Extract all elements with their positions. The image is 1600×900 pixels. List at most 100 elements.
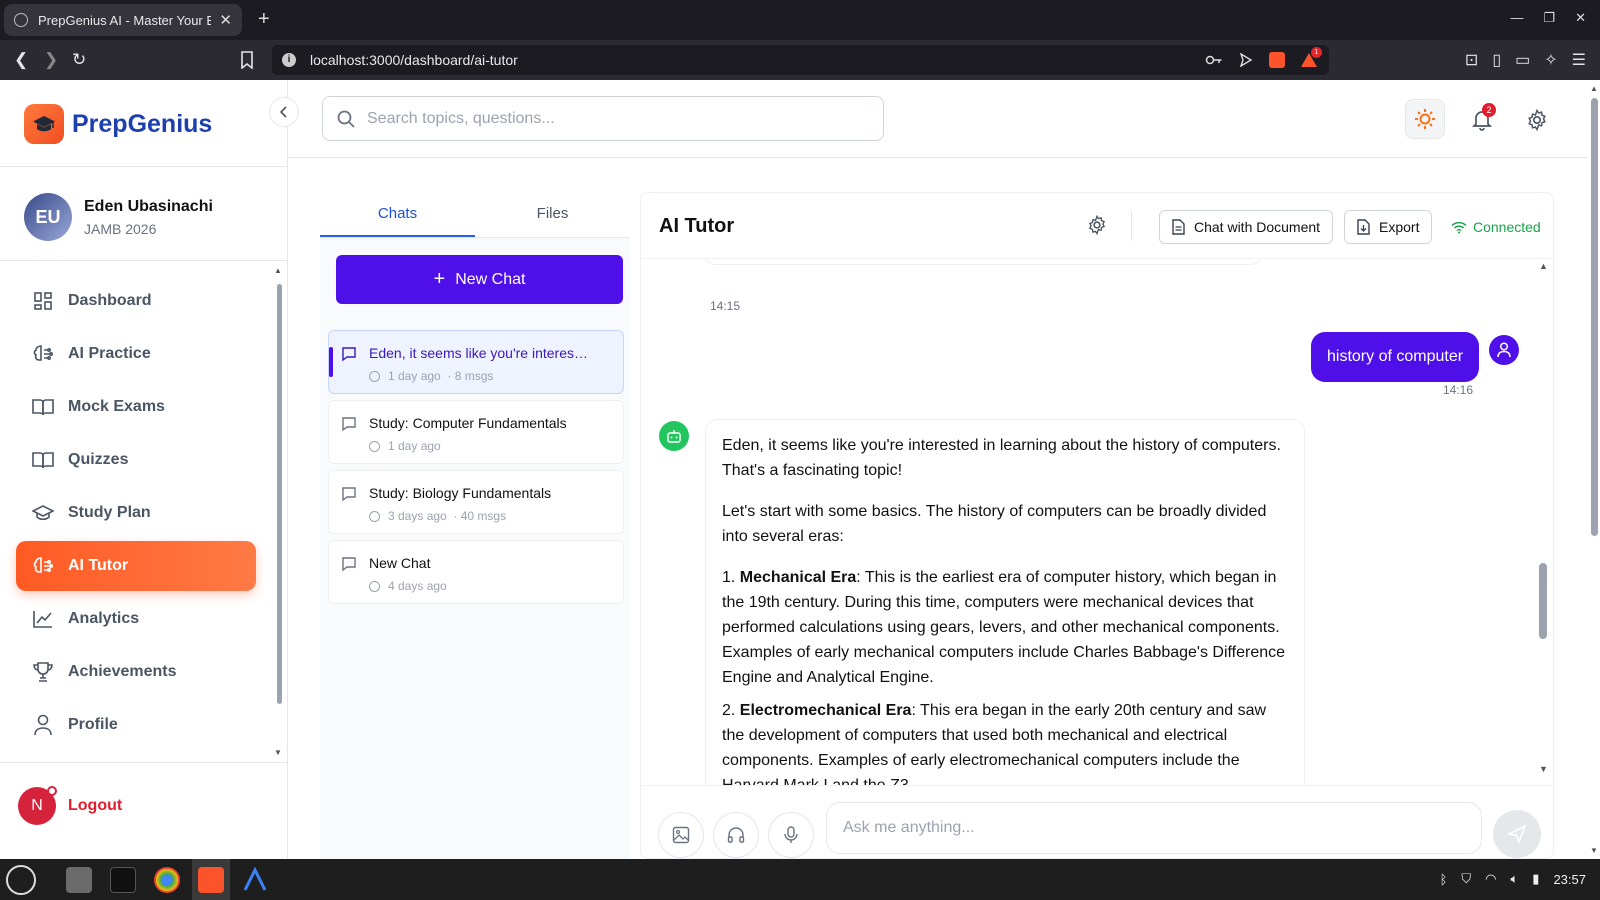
reload-icon[interactable]: ↻: [72, 50, 86, 70]
sidebar-menu: Dashboard AI Practice Mock Exams Quizzes…: [16, 276, 256, 753]
new-tab-button[interactable]: +: [258, 8, 270, 31]
conversation-item[interactable]: New Chat 4 days ago: [328, 540, 624, 604]
brave-rewards-icon[interactable]: 1: [1301, 47, 1322, 67]
screenshot-icon[interactable]: ⊡: [1465, 50, 1478, 70]
os-taskbar: ᛒ ⛉ ◠ 🔈︎ ▮ 23:57: [0, 859, 1600, 900]
brave-browser-icon[interactable]: [198, 867, 224, 893]
new-chat-button[interactable]: + New Chat: [336, 255, 623, 304]
terminal-icon[interactable]: [110, 867, 136, 893]
settings-button[interactable]: [1517, 100, 1557, 140]
brave-shields-icon[interactable]: [1269, 52, 1285, 68]
search-box[interactable]: [322, 96, 884, 141]
conversation-msg-count: · 8 msgs: [447, 369, 494, 383]
user-exam: JAMB 2026: [84, 220, 157, 237]
browser-tab-bar: PrepGenius AI - Master Your E ✕ + — ❐ ✕: [0, 0, 1600, 40]
search-input[interactable]: [367, 109, 847, 128]
voice-mode-button[interactable]: [713, 812, 759, 858]
page-scroll-down-arrow[interactable]: ▼: [1590, 846, 1598, 855]
conversation-item[interactable]: Study: Computer Fundamentals 1 day ago: [328, 400, 624, 464]
scroll-down-arrow[interactable]: ▼: [1539, 764, 1548, 774]
scroll-down-arrow[interactable]: ▼: [274, 748, 282, 757]
site-info-icon[interactable]: i: [282, 53, 296, 67]
conversation-item[interactable]: Eden, it seems like you're interested in…: [328, 330, 624, 394]
tab-chats[interactable]: Chats: [320, 192, 475, 237]
message-scrollbar[interactable]: [1539, 563, 1547, 639]
chat-with-document-button[interactable]: Chat with Document: [1159, 210, 1334, 244]
restore-icon[interactable]: ❐: [1543, 10, 1555, 26]
sidebar-item-achievements[interactable]: Achievements: [16, 647, 256, 697]
clock-icon: [369, 440, 380, 452]
document-icon: [1172, 219, 1185, 235]
send-icon: [1507, 824, 1527, 844]
bluetooth-icon[interactable]: ᛒ: [1440, 872, 1448, 887]
message-input-box[interactable]: [826, 802, 1482, 854]
sidebar-item-ai-practice[interactable]: AI Practice: [16, 329, 256, 379]
wallet-icon[interactable]: ▭: [1515, 50, 1530, 70]
sidebar-item-analytics[interactable]: Analytics: [16, 594, 256, 644]
book-icon: [32, 396, 54, 418]
scroll-up-arrow[interactable]: ▲: [274, 266, 282, 275]
image-icon: [672, 826, 690, 844]
close-window-icon[interactable]: ✕: [1575, 10, 1586, 26]
sidebar-scrollbar[interactable]: [277, 284, 282, 704]
sidebar-item-dashboard[interactable]: Dashboard: [16, 276, 256, 326]
shield-icon[interactable]: ⛉: [1461, 871, 1471, 887]
page-scroll-up-arrow[interactable]: ▲: [1590, 84, 1598, 93]
leo-ai-icon[interactable]: ✧: [1544, 50, 1557, 70]
sidebar-item-profile[interactable]: Profile: [16, 700, 256, 750]
sidebar-item-study-plan[interactable]: Study Plan: [16, 488, 256, 538]
sidebar-item-mock-exams[interactable]: Mock Exams: [16, 382, 256, 432]
headphones-icon: [727, 827, 745, 843]
divider: [0, 260, 288, 261]
browser-tab[interactable]: PrepGenius AI - Master Your E ✕: [4, 4, 242, 36]
chat-settings-icon[interactable]: [1087, 215, 1107, 235]
collapse-sidebar-button[interactable]: [269, 97, 299, 127]
globe-icon: [14, 13, 28, 27]
clock[interactable]: 23:57: [1553, 872, 1586, 887]
export-button[interactable]: Export: [1344, 210, 1433, 244]
sidebar-item-quizzes[interactable]: Quizzes: [16, 435, 256, 485]
menu-icon[interactable]: ☰: [1572, 50, 1586, 70]
sidebar-toggle-icon[interactable]: ▯: [1492, 50, 1501, 70]
file-manager-icon[interactable]: [66, 867, 92, 893]
chat-window: AI Tutor Chat with Document Export Conne…: [640, 192, 1554, 859]
battery-icon[interactable]: ▮: [1532, 871, 1539, 887]
brand[interactable]: PrepGenius: [24, 104, 212, 144]
sidebar-item-label: Study Plan: [68, 504, 151, 521]
tab-files[interactable]: Files: [475, 192, 630, 237]
page-scrollbar[interactable]: [1591, 98, 1598, 536]
volume-icon[interactable]: 🔈︎: [1510, 871, 1518, 887]
microphone-button[interactable]: [768, 812, 814, 858]
minimize-icon[interactable]: —: [1510, 10, 1523, 26]
notifications-button[interactable]: 2: [1462, 100, 1502, 140]
conversation-item[interactable]: Study: Biology Fundamentals 3 days ago ·…: [328, 470, 624, 534]
share-icon[interactable]: [1239, 53, 1253, 67]
sidebar-item-label: AI Practice: [68, 345, 151, 362]
theme-toggle-button[interactable]: [1405, 99, 1445, 139]
user-profile-card[interactable]: EU Eden Ubasinachi JAMB 2026: [24, 193, 213, 241]
back-icon[interactable]: ❮: [14, 50, 28, 70]
sidebar-item-ai-tutor[interactable]: AI Tutor: [16, 541, 256, 591]
code-editor-icon[interactable]: [242, 866, 268, 893]
message-input[interactable]: [843, 819, 1443, 837]
wifi-icon[interactable]: ◠: [1485, 871, 1496, 887]
bookmark-icon[interactable]: [240, 51, 254, 69]
conversation-title: New Chat: [369, 555, 431, 571]
scroll-up-arrow[interactable]: ▲: [1539, 261, 1548, 271]
search-icon: [337, 110, 355, 128]
start-menu-icon[interactable]: [6, 865, 36, 895]
send-button[interactable]: [1493, 810, 1541, 858]
key-icon[interactable]: [1205, 54, 1223, 66]
chrome-icon[interactable]: [154, 867, 180, 893]
message-timestamp: 14:16: [1443, 383, 1474, 397]
address-bar[interactable]: i localhost:3000/dashboard/ai-tutor 1: [272, 45, 1329, 75]
book-icon: [32, 449, 54, 471]
forward-icon[interactable]: ❯: [44, 50, 58, 70]
attach-image-button[interactable]: [658, 812, 704, 858]
message-list[interactable]: 14:15 history of computer 14:16 Eden, it…: [641, 259, 1553, 785]
conversation-title: Study: Computer Fundamentals: [369, 415, 567, 431]
logout-button[interactable]: N Logout: [18, 786, 122, 825]
window-controls: — ❐ ✕: [1510, 10, 1586, 26]
close-tab-icon[interactable]: ✕: [219, 11, 232, 29]
bot-icon: [667, 430, 681, 443]
